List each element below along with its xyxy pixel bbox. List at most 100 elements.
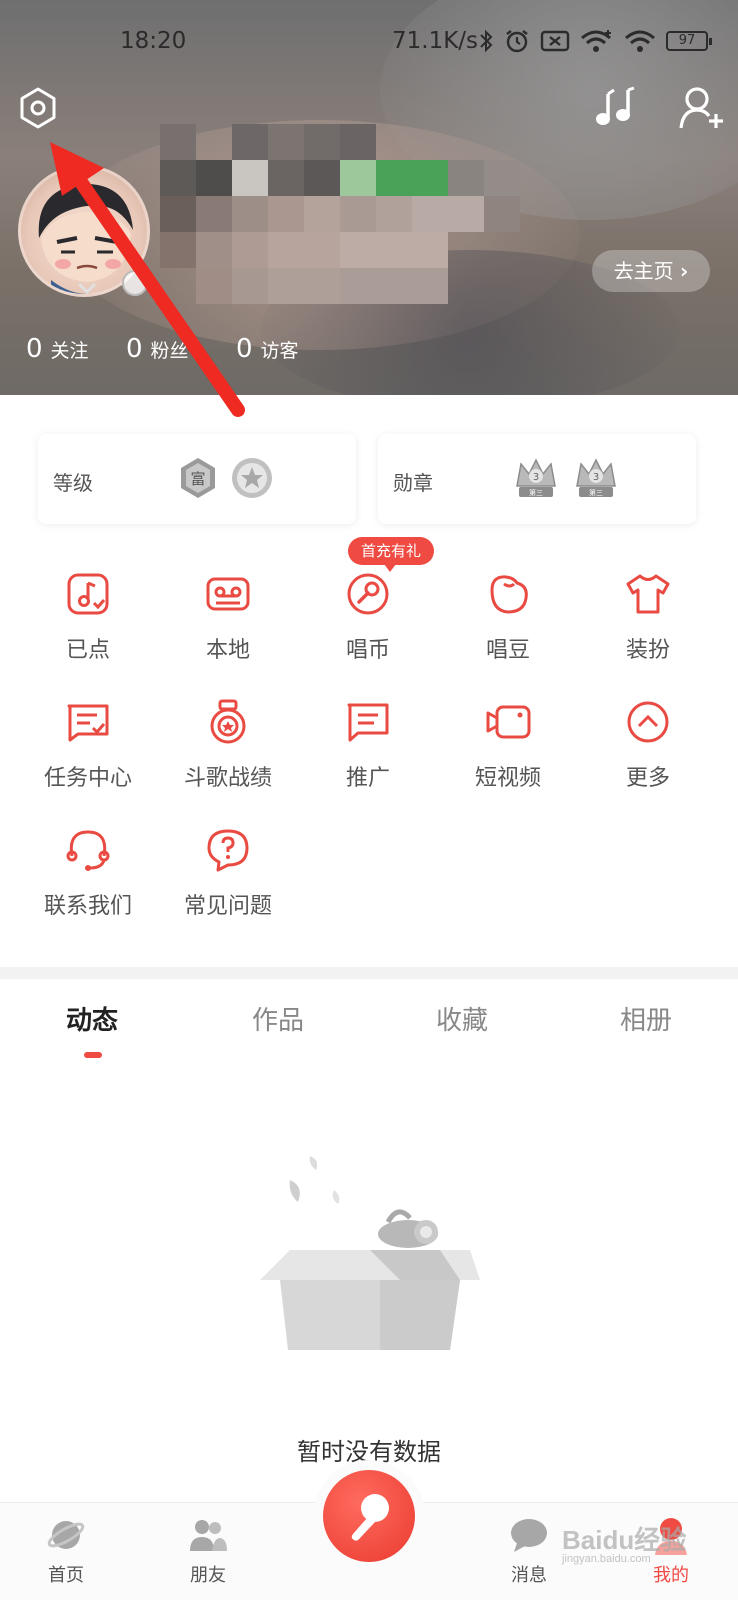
level-card[interactable]: 等级 富 <box>38 434 356 524</box>
status-icons: 97 <box>478 28 712 54</box>
feature-label: 任务中心 <box>43 766 132 791</box>
stat-count: 0 <box>126 334 143 364</box>
chat-icon <box>511 1519 547 1552</box>
section-divider <box>0 967 738 979</box>
feature-beans[interactable]: 唱豆 <box>438 570 578 664</box>
stat-count: 0 <box>26 334 43 364</box>
chevron-right-icon: › <box>680 259 689 283</box>
nav-label: 消息 <box>511 1565 547 1586</box>
video-icon <box>486 705 531 739</box>
medal-icon <box>210 699 246 744</box>
username-mosaic <box>160 124 520 304</box>
feature-label: 唱币 <box>345 638 390 663</box>
tshirt-icon <box>626 574 670 614</box>
medal-rank-text: 3 <box>533 472 539 483</box>
stat-fans[interactable]: 0 粉丝 <box>126 334 189 364</box>
feature-label: 已点 <box>65 638 110 663</box>
feature-label: 更多 <box>625 766 670 791</box>
wealth-badge-icon: 富 <box>181 458 215 498</box>
feature-selected-songs[interactable]: 已点 <box>18 570 158 664</box>
medal-rank-text: 3 <box>593 472 599 483</box>
feature-local[interactable]: 本地 <box>158 570 298 664</box>
stat-visitors[interactable]: 0 访客 <box>236 334 299 364</box>
music-notes-icon[interactable] <box>594 86 640 130</box>
wifi-icon <box>625 30 655 52</box>
feature-label: 斗歌战绩 <box>183 766 272 791</box>
status-time: 18:20 <box>120 28 187 54</box>
feature-battle-record[interactable]: 斗歌战绩 <box>158 698 298 792</box>
go-homepage-button[interactable]: 去主页 › <box>592 250 710 292</box>
battery-icon: 97 <box>666 31 712 51</box>
nav-label: 朋友 <box>190 1565 226 1586</box>
profile-header: 18:20 71.1K/s 97 去主页 › 0 关注 0 粉丝 0 访客 <box>0 0 738 395</box>
level-label: 等级 <box>53 471 93 495</box>
mic-coin-icon <box>347 573 389 615</box>
planet-icon <box>47 1521 85 1549</box>
feature-label: 本地 <box>205 638 250 663</box>
wealth-badge-text: 富 <box>190 470 205 488</box>
go-homepage-label: 去主页 <box>613 259 674 283</box>
feature-coins[interactable]: 唱币 <box>298 570 438 664</box>
feature-promotion[interactable]: 推广 <box>298 698 438 792</box>
empty-box-icon <box>260 1156 480 1350</box>
feature-label: 装扮 <box>625 638 670 663</box>
cassette-icon <box>206 577 250 611</box>
avatar-edit-icon[interactable] <box>122 270 148 296</box>
chevron-up-icon <box>627 701 669 743</box>
medal-sub-text: 第三 <box>589 488 603 497</box>
medal-label: 勋章 <box>393 471 433 495</box>
sim-off-icon <box>540 30 570 52</box>
bean-icon <box>490 575 528 614</box>
watermark: Baidu经验 jingyan.baidu.com <box>562 1520 732 1580</box>
star-badge-icon <box>232 458 272 498</box>
bluetooth-icon <box>480 29 493 53</box>
feature-label: 唱豆 <box>485 638 530 663</box>
medal-card[interactable]: 勋章 3 第三 3 第三 <box>378 434 696 524</box>
nav-friends[interactable]: 朋友 <box>163 1515 253 1587</box>
feature-label: 推广 <box>345 766 390 791</box>
wifi-plus-icon <box>581 30 611 52</box>
watermark-text: Baidu经验 <box>562 1525 687 1555</box>
feature-short-video[interactable]: 短视频 <box>438 698 578 792</box>
stat-label: 粉丝 <box>150 340 189 362</box>
stat-label: 关注 <box>50 340 89 362</box>
nav-messages[interactable]: 消息 <box>484 1515 574 1587</box>
feature-contact-us[interactable]: 联系我们 <box>18 826 158 920</box>
nav-label: 首页 <box>48 1565 84 1586</box>
nav-home[interactable]: 首页 <box>21 1515 111 1587</box>
crown-medal-icon: 3 第三 <box>576 458 616 497</box>
tab-works[interactable]: 作品 <box>218 1000 338 1037</box>
feature-dress-up[interactable]: 装扮 <box>578 570 718 664</box>
task-icon <box>67 704 109 742</box>
settings-icon[interactable] <box>16 86 60 130</box>
crown-medal-icon: 3 第三 <box>516 458 556 497</box>
feature-label: 联系我们 <box>43 894 132 919</box>
tab-album[interactable]: 相册 <box>586 1000 706 1037</box>
message-icon <box>347 703 389 742</box>
help-icon <box>207 829 249 872</box>
medal-sub-text: 第三 <box>529 488 543 497</box>
feature-faq[interactable]: 常见问题 <box>158 826 298 920</box>
status-bar: 18:20 71.1K/s 97 <box>0 22 738 62</box>
friends-icon <box>190 1520 227 1551</box>
stat-following[interactable]: 0 关注 <box>26 334 89 364</box>
add-user-icon[interactable] <box>678 84 726 132</box>
tab-favorites[interactable]: 收藏 <box>402 1000 522 1037</box>
headset-icon <box>66 830 110 871</box>
alarm-icon <box>506 30 528 53</box>
watermark-sub: jingyan.baidu.com <box>562 1553 651 1565</box>
microphone-icon <box>351 1494 389 1541</box>
stat-label: 访客 <box>260 340 299 362</box>
level-icons: 富 <box>178 456 274 500</box>
feature-task-center[interactable]: 任务中心 <box>18 698 158 792</box>
first-recharge-badge[interactable]: 首充有礼 <box>348 537 434 572</box>
sing-button[interactable] <box>323 1470 415 1562</box>
tab-moments[interactable]: 动态 <box>32 1000 152 1037</box>
network-speed: 71.1K/s <box>392 28 479 54</box>
empty-state-text: 暂时没有数据 <box>297 1438 441 1466</box>
music-note-doc-icon <box>67 573 109 615</box>
stat-count: 0 <box>236 334 253 364</box>
medal-icons: 3 第三 3 第三 <box>513 456 619 500</box>
feature-label: 常见问题 <box>183 894 272 919</box>
feature-more[interactable]: 更多 <box>578 698 718 792</box>
